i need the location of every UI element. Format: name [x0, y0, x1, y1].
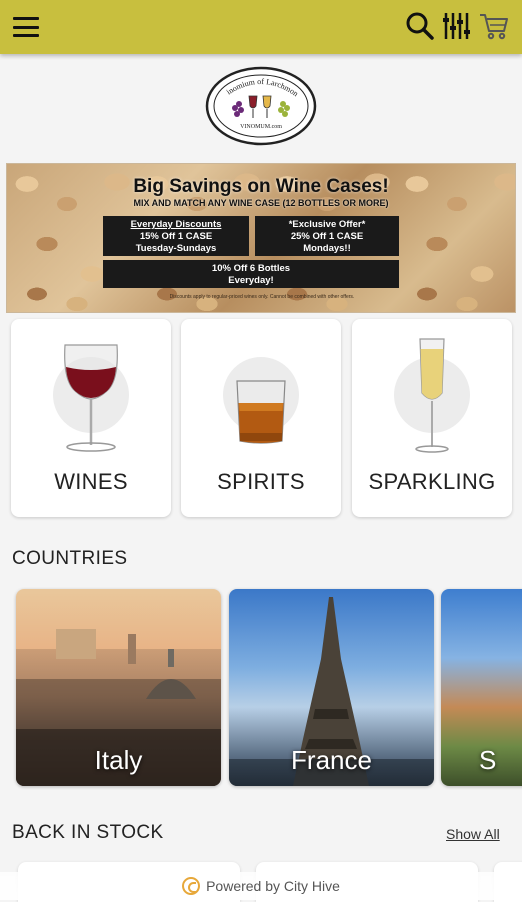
category-label: SPARKLING — [368, 469, 496, 494]
svg-text:VINOMUM.com: VINOMUM.com — [240, 124, 282, 130]
promo-banner[interactable]: Big Savings on Wine Cases! MIX AND MATCH… — [6, 163, 516, 313]
category-label: WINES — [54, 469, 128, 494]
powered-by-footer[interactable]: Powered by City Hive — [0, 872, 522, 900]
whiskey-tumbler-icon — [236, 380, 286, 444]
offer-six-bottles: 10% Off 6 Bottles Everyday! — [103, 260, 399, 288]
category-card-sparkling[interactable]: SPARKLING — [352, 319, 512, 517]
banner-subtitle: MIX AND MATCH ANY WINE CASE (12 BOTTLES … — [133, 198, 389, 208]
show-all-link[interactable]: Show All — [446, 826, 500, 842]
champagne-flute-icon — [415, 338, 449, 453]
countries-title: COUNTRIES — [12, 548, 128, 569]
category-label: SPIRITS — [217, 469, 305, 494]
banner-fine-print: Discounts apply to regular-priced wines … — [169, 294, 355, 300]
country-name: S — [479, 745, 497, 775]
category-card-wines[interactable]: WINES — [11, 319, 171, 517]
country-name: France — [291, 745, 372, 775]
top-app-bar — [0, 0, 522, 54]
country-card-spain[interactable]: S — [441, 589, 522, 786]
search-icon[interactable] — [404, 10, 436, 42]
offer-everyday: Everyday Discounts 15% Off 1 CASE Tuesda… — [103, 216, 249, 256]
city-hive-logo-icon — [182, 877, 201, 895]
country-card-france[interactable]: France — [229, 589, 434, 786]
banner-title: Big Savings on Wine Cases! — [133, 176, 389, 197]
country-card-italy[interactable]: Italy — [16, 589, 221, 786]
back-in-stock-title: BACK IN STOCK — [12, 822, 164, 843]
hamburger-menu-icon[interactable] — [12, 14, 40, 40]
country-name: Italy — [94, 745, 143, 775]
red-wine-glass-icon — [64, 344, 118, 452]
offer-mondays: *Exclusive Offer* 25% Off 1 CASE Mondays… — [255, 216, 399, 256]
shopping-cart-icon[interactable] — [478, 10, 510, 42]
powered-by-text: Powered by City Hive — [206, 878, 340, 894]
vertical-sliders-icon[interactable] — [440, 10, 472, 42]
category-card-spirits[interactable]: SPIRITS — [181, 319, 341, 517]
store-logo[interactable]: Vinomium of Larchmont VINOMUM.com — [202, 59, 317, 146]
